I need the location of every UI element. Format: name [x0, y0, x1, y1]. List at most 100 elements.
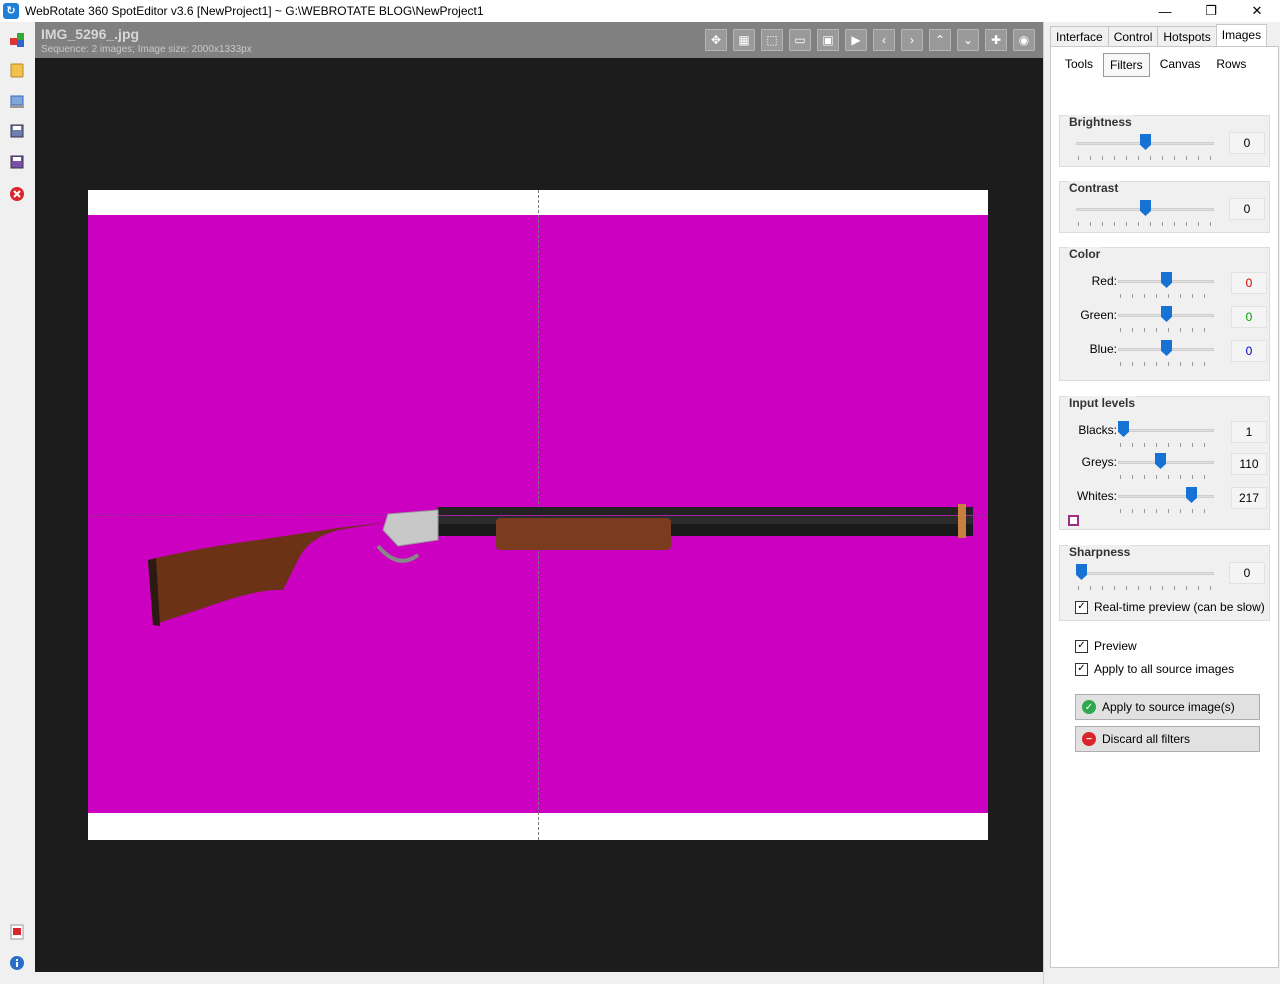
- brightness-slider[interactable]: [1076, 134, 1214, 160]
- minus-icon: −: [1082, 732, 1096, 746]
- preview-checkbox[interactable]: ✓ Preview: [1075, 639, 1137, 653]
- brightness-title: Brightness: [1068, 115, 1133, 129]
- blacks-slider[interactable]: [1118, 421, 1214, 447]
- red-row: Red: 0: [1060, 270, 1271, 298]
- window-title: WebRotate 360 SpotEditor v3.6 [NewProjec…: [25, 4, 484, 18]
- greys-row: Greys: 110: [1060, 451, 1271, 479]
- blacks-label: Blacks:: [1078, 423, 1117, 437]
- image-name: IMG_5296_.jpg: [41, 26, 140, 42]
- subtab-rows[interactable]: Rows: [1210, 53, 1252, 77]
- down-icon[interactable]: ⌄: [957, 29, 979, 51]
- apply-all-checkbox[interactable]: ✓ Apply to all source images: [1075, 662, 1234, 676]
- brightness-group: Brightness 0: [1059, 115, 1270, 167]
- level-color-swatch[interactable]: [1068, 515, 1079, 526]
- info-icon[interactable]: [8, 954, 26, 972]
- blacks-value[interactable]: 1: [1231, 421, 1267, 443]
- blue-slider[interactable]: [1118, 340, 1214, 366]
- restore-button[interactable]: ❐: [1188, 0, 1234, 22]
- preview-label: Preview: [1094, 639, 1137, 653]
- close-button[interactable]: ✕: [1234, 0, 1280, 22]
- contrast-thumb[interactable]: [1140, 200, 1151, 216]
- check-icon: ✓: [1075, 639, 1088, 653]
- discard-filters-button[interactable]: − Discard all filters: [1075, 726, 1260, 752]
- greys-slider[interactable]: [1118, 453, 1214, 479]
- red-thumb[interactable]: [1161, 272, 1172, 288]
- subtab-canvas[interactable]: Canvas: [1154, 53, 1207, 77]
- red-slider[interactable]: [1118, 272, 1214, 298]
- fit-icon[interactable]: ▭: [789, 29, 811, 51]
- shotgun-image: [148, 504, 973, 626]
- sharpness-title: Sharpness: [1068, 545, 1132, 559]
- greys-value[interactable]: 110: [1231, 453, 1267, 475]
- whites-thumb[interactable]: [1186, 487, 1197, 503]
- checkmark-icon: ✓: [1082, 700, 1096, 714]
- color-title: Color: [1068, 247, 1102, 261]
- save-icon[interactable]: [8, 153, 26, 171]
- apply-all-label: Apply to all source images: [1094, 662, 1235, 676]
- blue-value[interactable]: 0: [1231, 340, 1267, 362]
- subtab-filters[interactable]: Filters: [1103, 53, 1150, 77]
- editor-header: IMG_5296_.jpg Sequence: 2 images; Image …: [35, 22, 1043, 58]
- whites-value[interactable]: 217: [1231, 487, 1267, 509]
- green-slider[interactable]: [1118, 306, 1214, 332]
- greys-label: Greys:: [1081, 455, 1117, 469]
- whites-row: Whites: 217: [1060, 485, 1271, 513]
- fullscreen-icon[interactable]: ▣: [817, 29, 839, 51]
- contrast-slider[interactable]: [1076, 200, 1214, 226]
- select-area-icon[interactable]: ⬚: [761, 29, 783, 51]
- brightness-thumb[interactable]: [1140, 134, 1151, 150]
- sharpness-thumb[interactable]: [1076, 564, 1087, 580]
- app-icon: ↻: [3, 3, 19, 19]
- greys-thumb[interactable]: [1155, 453, 1166, 469]
- red-value[interactable]: 0: [1231, 272, 1267, 294]
- grid-icon[interactable]: ▦: [733, 29, 755, 51]
- images-tab-body: Tools Filters Canvas Rows Brightness 0 C…: [1050, 46, 1279, 968]
- image-editor[interactable]: IMG_5296_.jpg Sequence: 2 images; Image …: [35, 22, 1043, 972]
- play-icon[interactable]: ▶: [845, 29, 867, 51]
- blue-thumb[interactable]: [1161, 340, 1172, 356]
- whites-slider[interactable]: [1118, 487, 1214, 513]
- whites-label: Whites:: [1076, 489, 1117, 503]
- green-thumb[interactable]: [1161, 306, 1172, 322]
- contrast-value[interactable]: 0: [1229, 198, 1265, 220]
- red-label: Red:: [1091, 274, 1117, 288]
- realtime-preview-checkbox[interactable]: ✓ Real-time preview (can be slow): [1075, 600, 1265, 614]
- image-canvas[interactable]: [88, 190, 988, 840]
- check-icon: ✓: [1075, 662, 1088, 676]
- prev-icon[interactable]: ‹: [873, 29, 895, 51]
- center-icon[interactable]: ◉: [1013, 29, 1035, 51]
- publish-icon[interactable]: [8, 92, 26, 110]
- image-info: Sequence: 2 images; Image size: 2000x133…: [41, 44, 252, 55]
- subtab-tools[interactable]: Tools: [1059, 53, 1099, 77]
- zoom-in-icon[interactable]: ✚: [985, 29, 1007, 51]
- up-icon[interactable]: ⌃: [929, 29, 951, 51]
- open-folder-icon[interactable]: [8, 61, 26, 79]
- brightness-value[interactable]: 0: [1229, 132, 1265, 154]
- pdf-help-icon[interactable]: [8, 923, 26, 941]
- green-row: Green: 0: [1060, 304, 1271, 332]
- color-group: Color Red: 0 Green: 0 Blue: 0: [1059, 247, 1270, 381]
- green-label: Green:: [1080, 308, 1117, 322]
- right-panel: Interface Control Hotspots Images Tools …: [1043, 22, 1280, 984]
- tab-images[interactable]: Images: [1215, 24, 1268, 47]
- title-bar: ↻ WebRotate 360 SpotEditor v3.6 [NewProj…: [0, 0, 1280, 22]
- sharpness-group: Sharpness 0 ✓ Real-time preview (can be …: [1059, 545, 1270, 621]
- left-toolbar: [0, 22, 35, 984]
- blacks-thumb[interactable]: [1118, 421, 1129, 437]
- apply-to-source-button[interactable]: ✓ Apply to source image(s): [1075, 694, 1260, 720]
- blue-label: Blue:: [1089, 342, 1117, 356]
- new-project-icon[interactable]: [8, 31, 26, 49]
- sharpness-slider[interactable]: [1076, 564, 1214, 590]
- contrast-group: Contrast 0: [1059, 181, 1270, 233]
- realtime-preview-label: Real-time preview (can be slow): [1094, 600, 1265, 614]
- pan-icon[interactable]: ✥: [705, 29, 727, 51]
- minimize-button[interactable]: —: [1142, 0, 1188, 22]
- save-as-icon[interactable]: [8, 122, 26, 140]
- input-levels-group: Input levels Blacks: 1 Greys: 110 Whites…: [1059, 396, 1270, 530]
- close-project-icon[interactable]: [8, 185, 26, 203]
- blue-row: Blue: 0: [1060, 338, 1271, 366]
- input-levels-title: Input levels: [1068, 396, 1137, 410]
- next-icon[interactable]: ›: [901, 29, 923, 51]
- green-value[interactable]: 0: [1231, 306, 1267, 328]
- sharpness-value[interactable]: 0: [1229, 562, 1265, 584]
